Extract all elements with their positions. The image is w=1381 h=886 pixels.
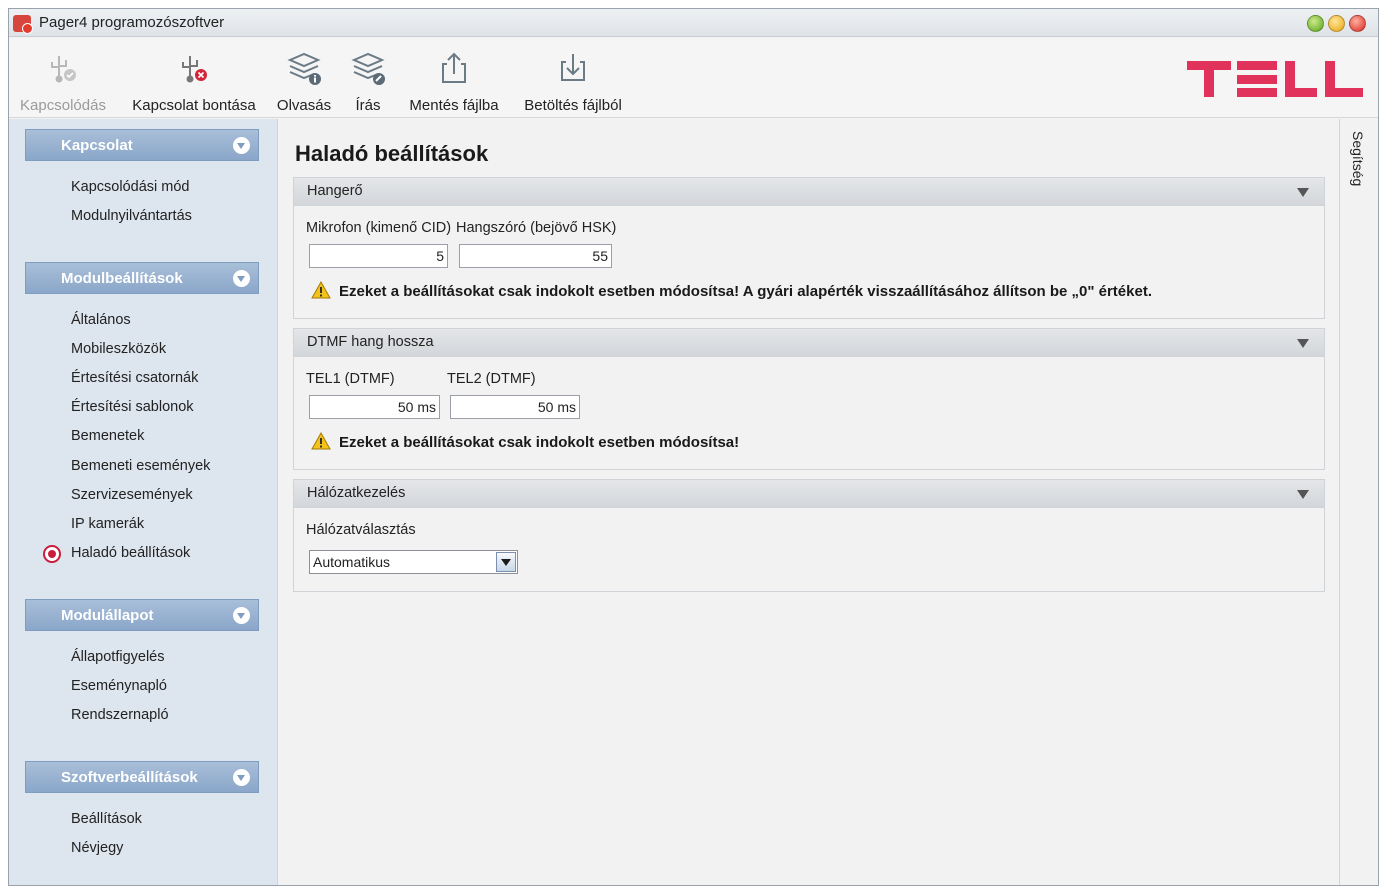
export-icon bbox=[442, 52, 466, 83]
write-label: Írás bbox=[355, 97, 381, 114]
dtmf-panel: DTMF hang hossza TEL1 (DTMF) TEL2 (DTMF)… bbox=[293, 328, 1325, 470]
save-to-file-button[interactable]: Mentés fájlba bbox=[405, 38, 503, 118]
sidebar-item-notification-channels[interactable]: Értesítési csatornák bbox=[71, 370, 198, 386]
disconnect-button[interactable]: Kapcsolat bontása bbox=[124, 38, 264, 118]
dtmf-warning-text: Ezeket a beállításokat csak indokolt ese… bbox=[339, 434, 740, 451]
section-title: Modulbeállítások bbox=[61, 270, 183, 287]
sidebar-item-advanced-settings[interactable]: Haladó beállítások bbox=[71, 545, 190, 561]
sidebar: Kapcsolat Kapcsolódási mód Modulnyilvánt… bbox=[9, 119, 277, 885]
sidebar-item-status-monitor[interactable]: Állapotfigyelés bbox=[71, 649, 165, 665]
help-panel: Segítség bbox=[1339, 119, 1378, 885]
save-to-file-label: Mentés fájlba bbox=[409, 97, 499, 114]
collapse-icon[interactable] bbox=[233, 769, 250, 786]
selected-indicator-icon bbox=[43, 545, 61, 563]
panel-title: Hálózatkezelés bbox=[307, 485, 406, 501]
network-select-value: Automatikus bbox=[313, 554, 391, 570]
load-from-file-label: Betöltés fájlból bbox=[524, 97, 622, 114]
warning-icon bbox=[311, 281, 331, 299]
sidebar-item-module-registry[interactable]: Modulnyilvántartás bbox=[71, 208, 192, 224]
maximize-button[interactable] bbox=[1328, 15, 1345, 32]
tell-logo bbox=[1187, 61, 1363, 97]
volume-panel: Hangerő Mikrofon (kimenő CID) Hangszóró … bbox=[293, 177, 1325, 319]
section-header-module-settings[interactable]: Modulbeállítások bbox=[25, 262, 259, 294]
sidebar-item-settings[interactable]: Beállítások bbox=[71, 811, 142, 827]
sidebar-item-service-events[interactable]: Szervizesemények bbox=[71, 487, 193, 503]
main-content: Haladó beállítások Hangerő Mikrofon (kim… bbox=[277, 119, 1339, 885]
app-window: Pager4 programozószoftver Kapcsolódás Ka… bbox=[8, 8, 1379, 886]
sidebar-item-connection-mode[interactable]: Kapcsolódási mód bbox=[71, 179, 190, 195]
sidebar-item-inputs[interactable]: Bemenetek bbox=[71, 428, 144, 444]
volume-panel-header[interactable]: Hangerő bbox=[294, 178, 1324, 206]
section-title: Modulállapot bbox=[61, 607, 154, 624]
sidebar-item-system-log[interactable]: Rendszernapló bbox=[71, 707, 169, 723]
window-title: Pager4 programozószoftver bbox=[39, 14, 225, 31]
collapse-arrow-icon[interactable] bbox=[1297, 188, 1309, 197]
collapse-icon[interactable] bbox=[233, 607, 250, 624]
write-button[interactable]: Írás bbox=[343, 38, 393, 118]
connect-button[interactable]: Kapcsolódás bbox=[17, 38, 109, 118]
network-select[interactable]: Automatikus bbox=[309, 550, 518, 574]
dtmf-panel-header[interactable]: DTMF hang hossza bbox=[294, 329, 1324, 357]
usb-connect-icon bbox=[51, 56, 76, 83]
panel-title: DTMF hang hossza bbox=[307, 334, 434, 350]
speaker-label: Hangszóró (bejövő HSK) bbox=[456, 220, 617, 236]
mic-volume-input[interactable] bbox=[309, 244, 448, 268]
usb-disconnect-icon bbox=[182, 56, 207, 83]
page-title: Haladó beállítások bbox=[295, 141, 489, 166]
chevron-down-icon[interactable] bbox=[496, 552, 516, 572]
panel-title: Hangerő bbox=[307, 183, 363, 199]
collapse-icon[interactable] bbox=[233, 137, 250, 154]
warning-icon bbox=[311, 432, 331, 450]
tel1-label: TEL1 (DTMF) bbox=[306, 371, 395, 387]
import-icon bbox=[561, 54, 585, 81]
sidebar-item-mobile-devices[interactable]: Mobileszközök bbox=[71, 341, 166, 357]
app-icon bbox=[13, 15, 33, 34]
close-button[interactable] bbox=[1349, 15, 1366, 32]
section-header-software-settings[interactable]: Szoftverbeállítások bbox=[25, 761, 259, 793]
volume-warning: Ezeket a beállításokat csak indokolt ese… bbox=[311, 281, 1152, 300]
section-header-module-status[interactable]: Modulállapot bbox=[25, 599, 259, 631]
disconnect-label: Kapcsolat bontása bbox=[132, 97, 256, 114]
collapse-icon[interactable] bbox=[233, 270, 250, 287]
speaker-volume-input[interactable] bbox=[459, 244, 612, 268]
tel2-dtmf-input[interactable] bbox=[450, 395, 580, 419]
volume-warning-text: Ezeket a beállításokat csak indokolt ese… bbox=[339, 283, 1152, 300]
sidebar-item-general[interactable]: Általános bbox=[71, 312, 131, 328]
mic-label: Mikrofon (kimenő CID) bbox=[306, 220, 452, 236]
dtmf-warning: Ezeket a beállításokat csak indokolt ese… bbox=[311, 432, 739, 451]
read-button[interactable]: Olvasás bbox=[275, 38, 333, 118]
network-panel: Hálózatkezelés Hálózatválasztás Automati… bbox=[293, 479, 1325, 592]
section-header-kapcsolat[interactable]: Kapcsolat bbox=[25, 129, 259, 161]
minimize-button[interactable] bbox=[1307, 15, 1324, 32]
connect-label: Kapcsolódás bbox=[20, 97, 106, 114]
read-label: Olvasás bbox=[276, 97, 332, 114]
toolbar: Kapcsolódás Kapcsolat bontása Olvasás Ír… bbox=[9, 38, 1378, 118]
sidebar-item-notification-templates[interactable]: Értesítési sablonok bbox=[71, 399, 194, 415]
network-select-label: Hálózatválasztás bbox=[306, 522, 416, 538]
sidebar-item-event-log[interactable]: Eseménynapló bbox=[71, 678, 167, 694]
collapse-arrow-icon[interactable] bbox=[1297, 339, 1309, 348]
sidebar-item-about[interactable]: Névjegy bbox=[71, 840, 123, 856]
sidebar-item-input-events[interactable]: Bemeneti események bbox=[71, 458, 210, 474]
section-title: Kapcsolat bbox=[61, 137, 133, 154]
tel1-dtmf-input[interactable] bbox=[309, 395, 440, 419]
section-title: Szoftverbeállítások bbox=[61, 769, 198, 786]
sidebar-item-ip-cameras[interactable]: IP kamerák bbox=[71, 516, 144, 532]
help-tab[interactable]: Segítség bbox=[1350, 131, 1366, 186]
collapse-arrow-icon[interactable] bbox=[1297, 490, 1309, 499]
title-bar: Pager4 programozószoftver bbox=[9, 9, 1378, 37]
tel2-label: TEL2 (DTMF) bbox=[447, 371, 536, 387]
read-layers-icon bbox=[287, 52, 321, 85]
network-panel-header[interactable]: Hálózatkezelés bbox=[294, 480, 1324, 508]
write-layers-icon bbox=[351, 52, 385, 85]
load-from-file-button[interactable]: Betöltés fájlból bbox=[519, 38, 627, 118]
